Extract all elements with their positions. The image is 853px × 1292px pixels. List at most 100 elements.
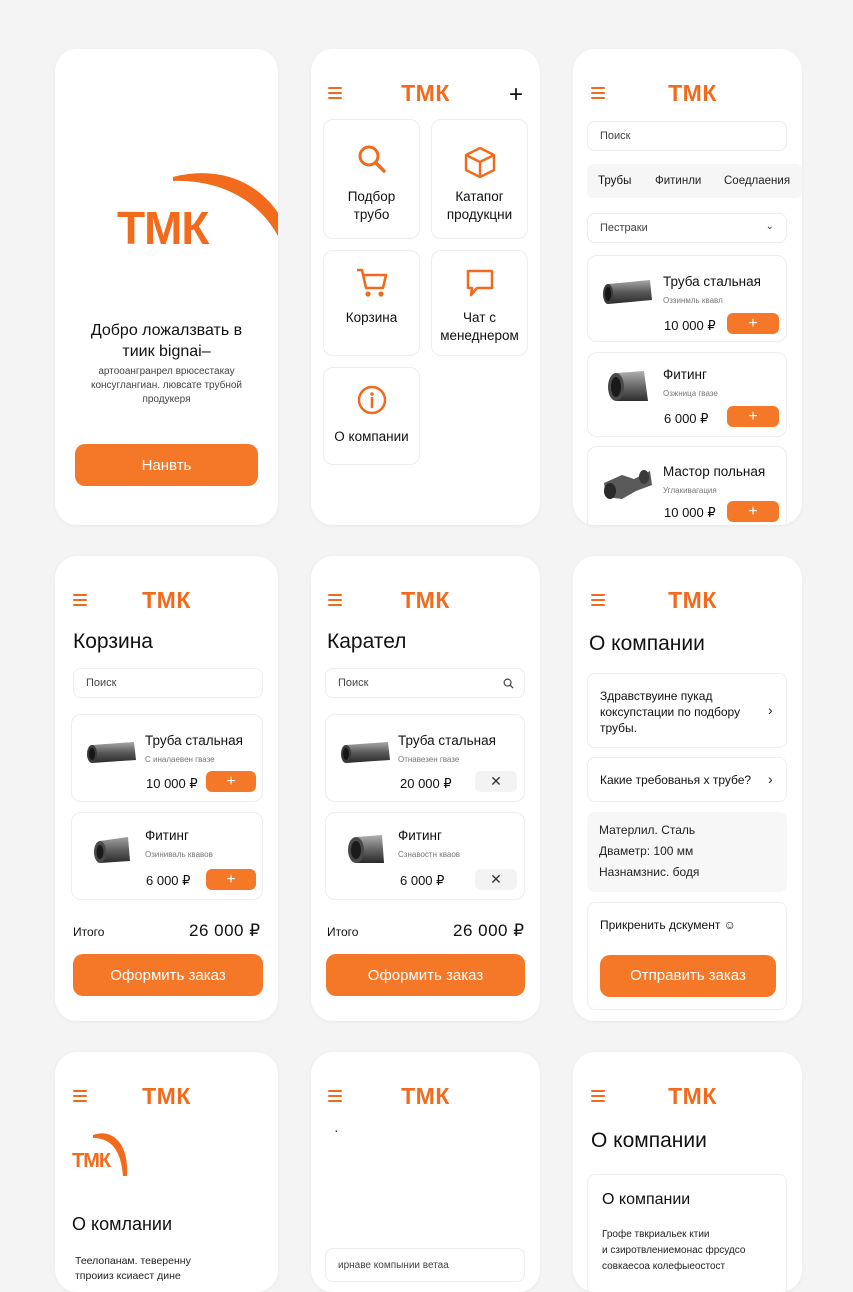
fitting-image bbox=[608, 371, 648, 401]
welcome-title: Добро ложалзвать в тиик bignai– bbox=[90, 322, 243, 360]
about-info-card: О компании Грофе твкриальек ктии и сзиро… bbox=[587, 1174, 787, 1292]
brand-logo: ТМК bbox=[668, 587, 717, 613]
product-subtitle: С иналаевен гвазе bbox=[145, 755, 215, 764]
add-to-cart-button[interactable]: + bbox=[727, 501, 779, 522]
tile-pipe-selection[interactable]: Подбор трубо bbox=[323, 119, 420, 239]
product-name: Мастор польная bbox=[663, 464, 766, 479]
about-text: Грофе твкриальек ктии и сзиротвлениемона… bbox=[602, 1229, 746, 1272]
chevron-down-icon: ⌄ bbox=[765, 221, 774, 232]
faq-item[interactable]: Какие требованья х трубе? › bbox=[587, 757, 787, 802]
info-icon bbox=[357, 385, 387, 415]
page-title: О компании bbox=[591, 1129, 707, 1152]
faq-item[interactable]: Здравствуине пукад коксупстации по подбо… bbox=[587, 673, 787, 748]
page-title: О комлании bbox=[72, 1214, 173, 1234]
send-order-button[interactable]: Отправить заказ bbox=[600, 955, 776, 997]
tmk-logo-text: ТМК bbox=[117, 202, 209, 254]
product-name: Труба стальная bbox=[398, 733, 496, 748]
product-price: 20 000 ₽ bbox=[400, 776, 452, 791]
add-to-cart-button[interactable]: + bbox=[727, 313, 779, 334]
tile-about[interactable]: О компании bbox=[323, 367, 420, 465]
checkout-button[interactable]: Оформить заказ bbox=[326, 954, 525, 996]
cart-edit-screen: ТМК Карател Поиск Труба стальная Отнавез… bbox=[311, 556, 540, 1021]
cart-screen: ТМК Корзина Поиск Труба стальная С инала… bbox=[55, 556, 278, 1021]
brand-logo: ТМК bbox=[401, 1083, 450, 1109]
increase-quantity-button[interactable]: + bbox=[206, 869, 256, 890]
category-tabs: Трубы Фитинли Соедлаения bbox=[587, 164, 802, 198]
filter-select[interactable]: Пестраки ⌄ bbox=[587, 213, 787, 243]
product-card[interactable]: Труба стальная Оззинмль квавл 10 000 ₽ + bbox=[587, 255, 787, 342]
remove-item-button[interactable]: ✕ bbox=[475, 869, 517, 890]
tab-pipes[interactable]: Трубы bbox=[598, 175, 631, 187]
product-card[interactable]: Мастор польная Углакивагация 10 000 ₽ + bbox=[587, 446, 787, 525]
brand-logo: ТМК bbox=[668, 1083, 717, 1109]
section-title: О компании bbox=[602, 1191, 691, 1208]
pipe-image bbox=[87, 742, 136, 763]
spec-purpose: Назнамзнис. бодя bbox=[599, 865, 700, 879]
search-placeholder: Поиск bbox=[338, 677, 369, 689]
total-label: Итого bbox=[327, 925, 359, 939]
tile-label: О компании bbox=[334, 429, 409, 444]
search-input[interactable]: Поиск bbox=[73, 668, 263, 698]
brand-logo: ТМК bbox=[668, 80, 717, 106]
search-input[interactable]: ирнаве компынии ветаа bbox=[325, 1248, 525, 1282]
loading-dot: · bbox=[334, 1122, 339, 1138]
product-card[interactable]: Фитинг Озжница гвазе 6 000 ₽ + bbox=[587, 352, 787, 437]
tile-catalog[interactable]: Катапог продукцни bbox=[431, 119, 528, 239]
search-icon bbox=[358, 145, 386, 173]
faq-text: трубы. bbox=[600, 721, 638, 735]
spec-material: Матерлил. Сталь bbox=[599, 823, 696, 837]
filter-value: Пестраки bbox=[600, 222, 648, 234]
spec-diameter: Дваметр: 100 мм bbox=[599, 844, 694, 858]
main-menu-screen: ТМК + Подбор трубо Катапог продукцни Корзи… bbox=[311, 49, 540, 525]
chevron-right-icon: › bbox=[768, 771, 773, 787]
product-name: Труба стальная bbox=[663, 274, 761, 289]
brand-logo: ТМК bbox=[142, 587, 191, 613]
chevron-right-icon: › bbox=[768, 702, 773, 718]
search-input[interactable]: Поиск bbox=[587, 121, 787, 151]
fitting-image bbox=[604, 470, 652, 499]
cart-item[interactable]: Труба стальная С иналаевен гвазе 10 000 … bbox=[71, 714, 263, 802]
cart-icon bbox=[357, 268, 388, 297]
welcome-description: артооангранрел врюсестакау консуглангиан… bbox=[90, 366, 242, 405]
attach-document-label: Прикренить дскумент ☺ bbox=[600, 918, 736, 932]
tile-cart[interactable]: Корзина bbox=[323, 250, 420, 356]
cart-item[interactable]: Труба стальная Отнавезен гвазе 20 000 ₽ … bbox=[325, 714, 525, 802]
faq-text: Здравствуине пукад bbox=[600, 689, 713, 703]
product-name: Фитинг bbox=[663, 367, 707, 382]
product-subtitle: Озиниваль квавов bbox=[145, 850, 213, 859]
checkout-button[interactable]: Оформить заказ bbox=[73, 954, 263, 996]
cart-item[interactable]: Фитинг Сзнавостн кваов 6 000 ₽ ✕ bbox=[325, 812, 525, 900]
about-info-screen: ТМК О компании О компании Грофе твкриаль… bbox=[573, 1052, 802, 1292]
product-name: Фитинг bbox=[398, 828, 442, 843]
remove-item-button[interactable]: ✕ bbox=[475, 771, 517, 792]
product-name: Труба стальная bbox=[145, 733, 243, 748]
increase-quantity-button[interactable]: + bbox=[206, 771, 256, 792]
product-subtitle: Отнавезен гвазе bbox=[398, 755, 460, 764]
product-price: 10 000 ₽ bbox=[664, 505, 716, 520]
search-input[interactable]: Поиск bbox=[325, 668, 525, 698]
tile-label: Чат с менеднером bbox=[440, 310, 519, 343]
specs-block: Матерлил. Сталь Дваметр: 100 мм Назнамзн… bbox=[587, 812, 787, 892]
tile-manager-chat[interactable]: Чат с менеднером bbox=[431, 250, 528, 356]
tab-fittings[interactable]: Фитинли bbox=[655, 175, 701, 187]
box-icon bbox=[464, 146, 496, 179]
add-to-cart-button[interactable]: + bbox=[727, 406, 779, 427]
start-button[interactable]: Нанвть bbox=[75, 444, 258, 486]
product-price: 10 000 ₽ bbox=[664, 318, 716, 333]
page-title: Корзина bbox=[73, 630, 153, 653]
tab-connections[interactable]: Соедлаения bbox=[724, 175, 790, 187]
cart-item[interactable]: Фитинг Озиниваль квавов 6 000 ₽ + bbox=[71, 812, 263, 900]
product-subtitle: Озжница гвазе bbox=[663, 389, 718, 398]
about-screen: ТМК ТМК О комлании Теелопанам. теверенну… bbox=[55, 1052, 278, 1292]
chat-icon bbox=[466, 269, 494, 297]
attach-document-area[interactable]: Прикренить дскумент ☺ Отправить заказ bbox=[587, 902, 787, 1010]
product-subtitle: Сзнавостн кваов bbox=[398, 850, 461, 859]
brand-logo: ТМК bbox=[401, 587, 450, 613]
product-subtitle: Оззинмль квавл bbox=[663, 296, 723, 305]
page-title: Карател bbox=[327, 630, 407, 653]
total-value: 26 000 ₽ bbox=[453, 921, 525, 940]
tile-label: Корзина bbox=[345, 310, 398, 325]
brand-logo: ТМК bbox=[401, 80, 450, 106]
product-price: 6 000 ₽ bbox=[664, 411, 709, 426]
add-icon[interactable]: + bbox=[509, 83, 523, 107]
